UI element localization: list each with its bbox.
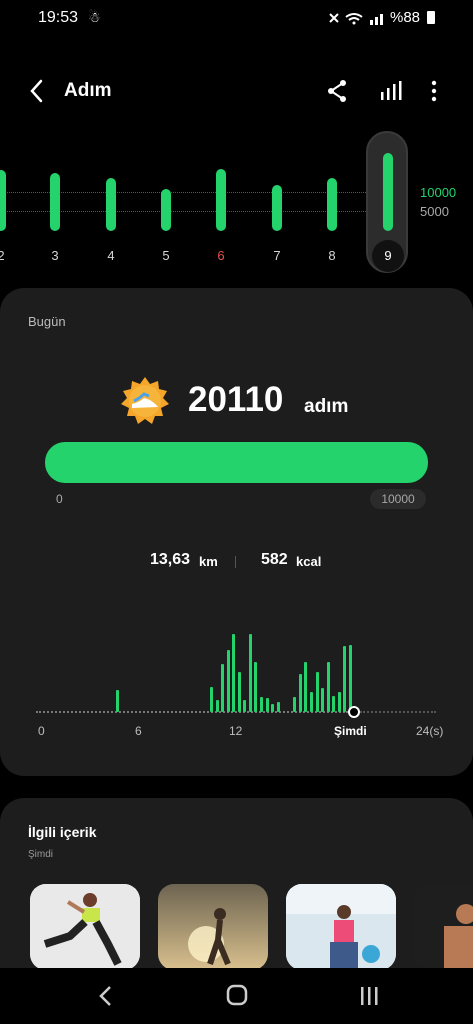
hour-bar <box>271 704 275 712</box>
hour-bar <box>298 674 302 712</box>
nav-back-icon <box>99 986 111 1006</box>
distance-unit: km <box>199 554 218 569</box>
related-thumb-workout-2[interactable] <box>286 884 396 970</box>
notification-icon: ☃ <box>88 9 101 25</box>
selected-day-label[interactable]: 9 <box>372 240 404 272</box>
goal-high-label: 10000 <box>420 185 457 200</box>
step-count: 20110 <box>188 380 284 419</box>
more-options-button[interactable] <box>426 78 442 104</box>
back-arrow-icon <box>30 79 43 103</box>
hour-bar <box>337 692 341 712</box>
day-label-6[interactable]: 6 <box>211 248 231 263</box>
hour-bar <box>243 700 247 712</box>
page-title: Adım <box>64 80 112 101</box>
gym-workout-image <box>286 884 396 970</box>
battery-text: %88 <box>390 9 421 26</box>
trends-button[interactable] <box>378 78 404 104</box>
progress-goal[interactable]: 10000 <box>370 489 426 509</box>
hour-bar <box>248 634 252 712</box>
nav-home-button[interactable] <box>226 984 248 1006</box>
progress-min: 0 <box>56 492 63 506</box>
hour-bar <box>265 698 269 712</box>
hour-bar <box>326 662 330 712</box>
more-vertical-icon <box>431 80 437 102</box>
hour-bar <box>332 696 336 712</box>
hour-bar <box>226 650 230 712</box>
hour-bar <box>254 662 258 712</box>
hour-bar <box>115 690 119 712</box>
nav-back-button[interactable] <box>96 984 116 1008</box>
hour-bar <box>237 672 241 712</box>
day-bar-2[interactable] <box>0 170 6 231</box>
day-bar-6[interactable] <box>216 169 226 231</box>
nav-home-icon <box>226 984 248 1006</box>
running-image <box>158 884 268 970</box>
day-label-3[interactable]: 3 <box>45 248 65 263</box>
kcal-value: 582 <box>261 551 288 568</box>
axis-label-12: 12 <box>229 724 243 738</box>
now-marker <box>348 706 360 718</box>
mute-wifi-signal-icons <box>329 13 383 25</box>
related-subtitle: Şimdi <box>28 849 54 860</box>
day-bar-8[interactable] <box>327 177 337 231</box>
axis-label-now: Şimdi <box>334 724 367 738</box>
achievement-badge <box>120 376 170 426</box>
day-bar-4[interactable] <box>106 177 116 231</box>
hour-bar <box>348 645 352 712</box>
axis-label-24: 24(s) <box>416 724 444 738</box>
day-label-7[interactable]: 7 <box>267 248 287 263</box>
hour-bar <box>221 664 225 712</box>
today-card <box>0 288 473 776</box>
hour-bar <box>304 662 308 712</box>
today-label: Bugün <box>28 314 66 329</box>
battery-icon <box>427 11 435 24</box>
axis-label-0: 0 <box>38 724 45 738</box>
hour-bar <box>215 700 219 712</box>
hour-bar <box>315 672 319 712</box>
share-icon <box>328 80 346 102</box>
day-label-5[interactable]: 5 <box>156 248 176 263</box>
bar-chart-icon <box>381 81 402 100</box>
distance-value: 13,63 <box>150 551 191 568</box>
hour-bar <box>210 687 214 712</box>
divider <box>235 556 236 568</box>
goal-low-label: 5000 <box>420 204 449 219</box>
day-bar-7[interactable] <box>272 185 282 231</box>
lunge-workout-image <box>30 884 140 970</box>
navigation-bar <box>0 968 473 1024</box>
hour-bar <box>232 634 236 712</box>
status-time: 19:53 <box>38 9 79 26</box>
axis-label-6: 6 <box>135 724 142 738</box>
day-bar-3[interactable] <box>50 172 60 231</box>
sneaker-badge-icon <box>121 377 169 424</box>
progress-bar <box>45 442 428 483</box>
kcal-unit: kcal <box>296 554 322 569</box>
hour-bar <box>321 688 325 712</box>
hour-bar <box>260 697 263 712</box>
day-label-4[interactable]: 4 <box>101 248 121 263</box>
share-button[interactable] <box>324 78 350 104</box>
step-unit: adım <box>304 396 349 417</box>
nav-recents-button[interactable] <box>358 985 380 1007</box>
back-button[interactable] <box>26 78 50 104</box>
related-thumb-running[interactable] <box>158 884 268 970</box>
hour-bar <box>309 692 313 712</box>
day-bar-9[interactable] <box>383 153 393 231</box>
fitness-person-image <box>414 884 473 970</box>
nav-recents-icon <box>361 987 378 1005</box>
related-thumb-workout-1[interactable] <box>30 884 140 970</box>
hour-bar <box>276 702 280 712</box>
hourly-baseline-future <box>360 711 436 713</box>
status-bar: 19:53 ☃ %88 <box>0 0 473 36</box>
status-icons <box>328 10 388 31</box>
hour-bar <box>293 697 297 712</box>
related-title: İlgili içerik <box>28 824 97 840</box>
day-bar-5[interactable] <box>161 189 171 231</box>
day-label-2[interactable]: 2 <box>0 248 11 263</box>
hour-bar <box>343 646 347 712</box>
day-label-8[interactable]: 8 <box>322 248 342 263</box>
related-thumb-workout-3[interactable] <box>414 884 473 970</box>
